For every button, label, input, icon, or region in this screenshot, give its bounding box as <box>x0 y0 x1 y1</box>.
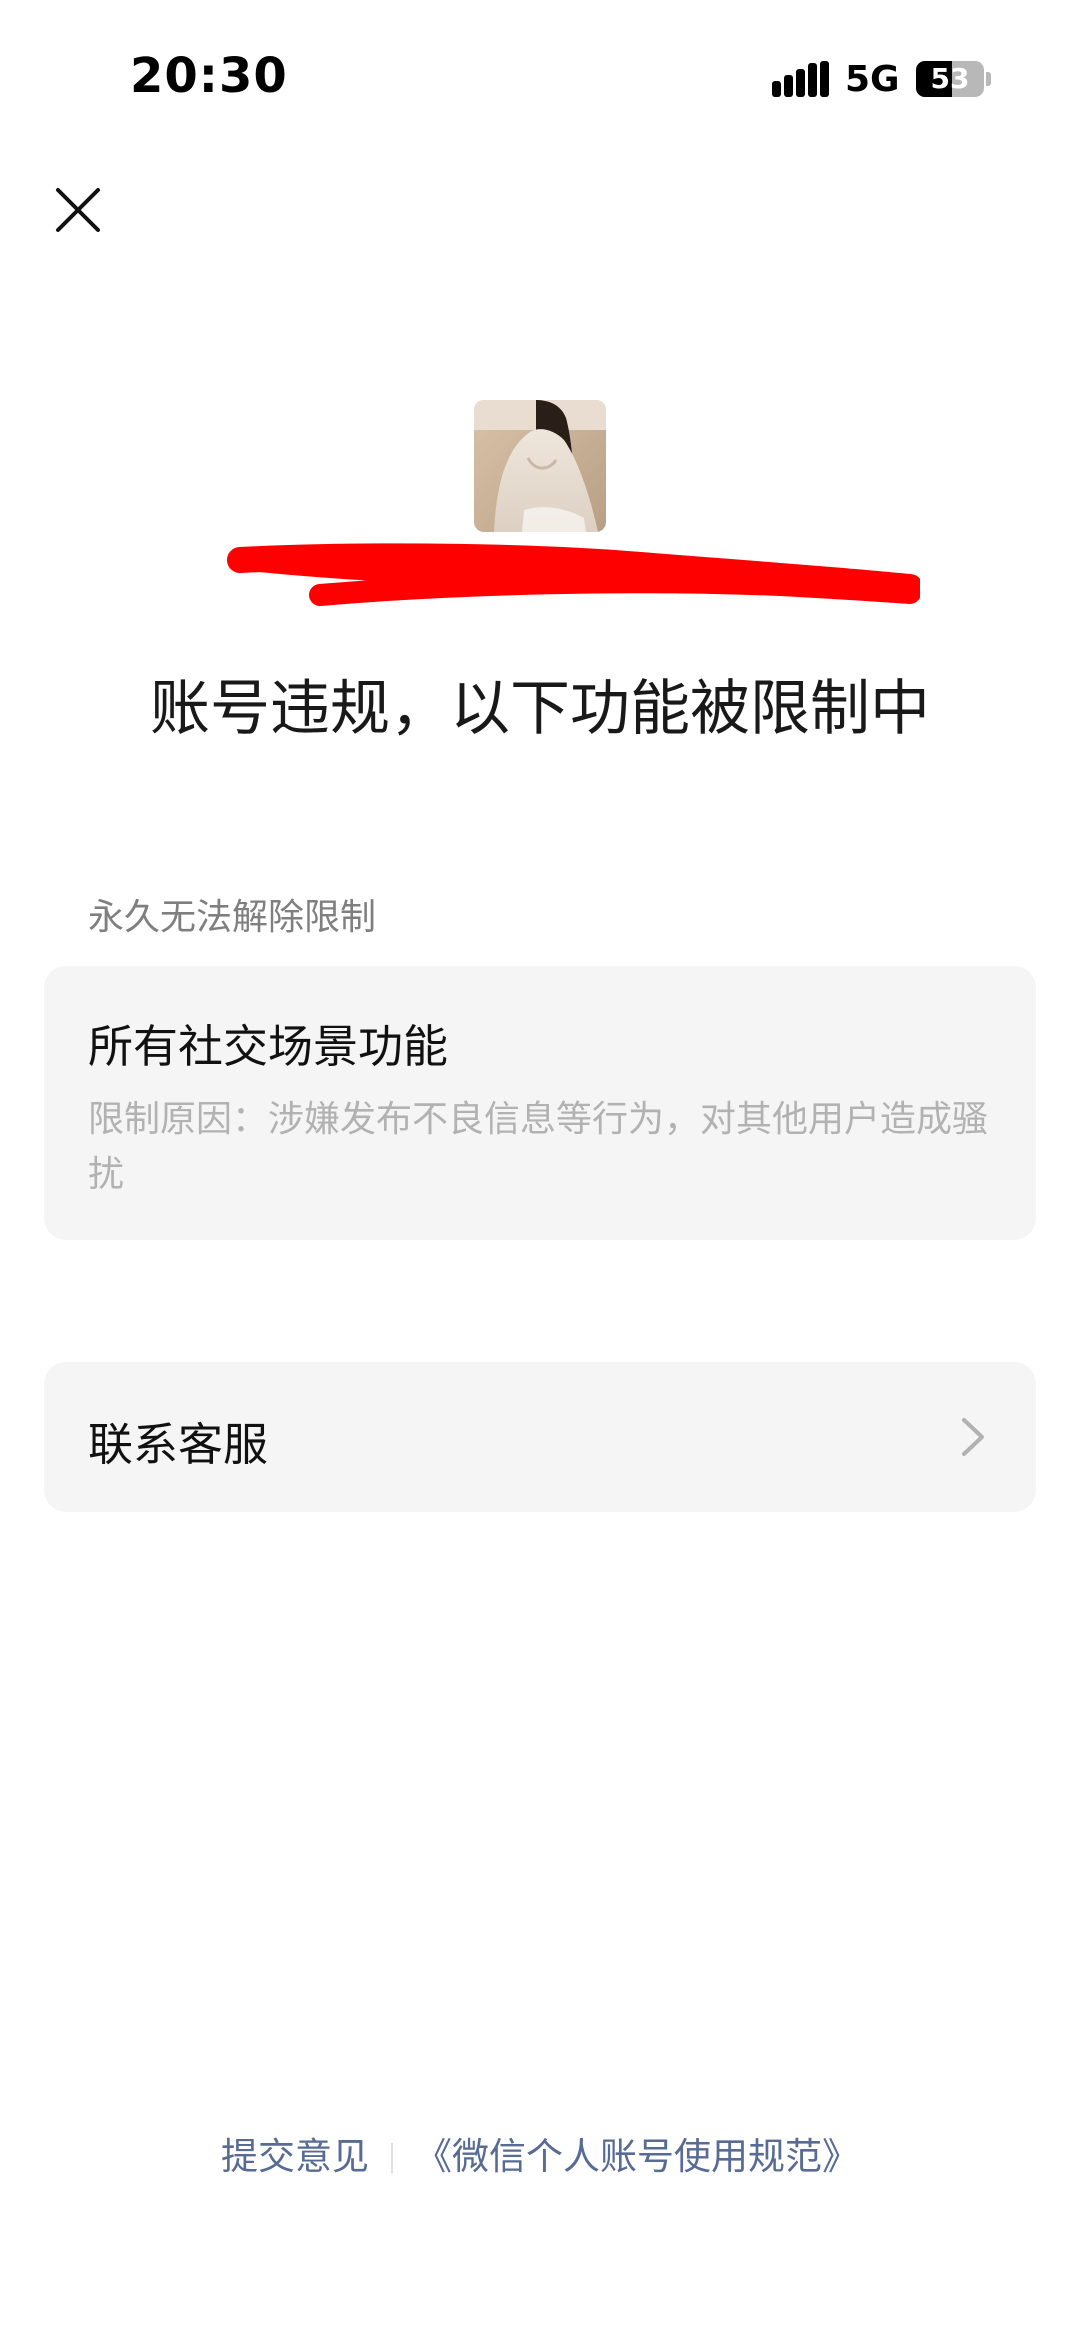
chevron-right-icon <box>962 1418 984 1456</box>
network-type: 5G <box>845 59 900 100</box>
restricted-feature-title: 所有社交场景功能 <box>88 1020 449 1073</box>
restriction-card: 所有社交场景功能 限制原因：涉嫌发布不良信息等行为，对其他用户造成骚扰 <box>44 966 1036 1240</box>
redaction-mark <box>227 543 920 606</box>
page-title: 账号违规，以下功能被限制中 <box>150 674 930 744</box>
status-time: 20:30 <box>130 48 288 104</box>
restriction-duration-label: 永久无法解除限制 <box>88 897 377 938</box>
close-icon[interactable] <box>48 180 108 240</box>
signal-bars-icon <box>772 61 829 97</box>
restriction-reason: 限制原因：涉嫌发布不良信息等行为，对其他用户造成骚扰 <box>88 1099 989 1195</box>
footer-divider <box>391 2143 393 2173</box>
battery-level: 53 <box>930 62 970 95</box>
contact-support-label: 联系客服 <box>88 1418 269 1471</box>
avatar-photo <box>474 400 606 532</box>
battery-cap <box>986 72 991 86</box>
account-policy-link[interactable]: 《微信个人账号使用规范》 <box>415 2135 859 2178</box>
submit-feedback-link[interactable]: 提交意见 <box>221 2135 369 2178</box>
contact-support-button[interactable]: 联系客服 <box>44 1362 1036 1512</box>
footer-links: 提交意见 《微信个人账号使用规范》 <box>0 2126 1080 2180</box>
avatar <box>474 400 606 532</box>
battery-icon: 53 <box>916 61 984 97</box>
